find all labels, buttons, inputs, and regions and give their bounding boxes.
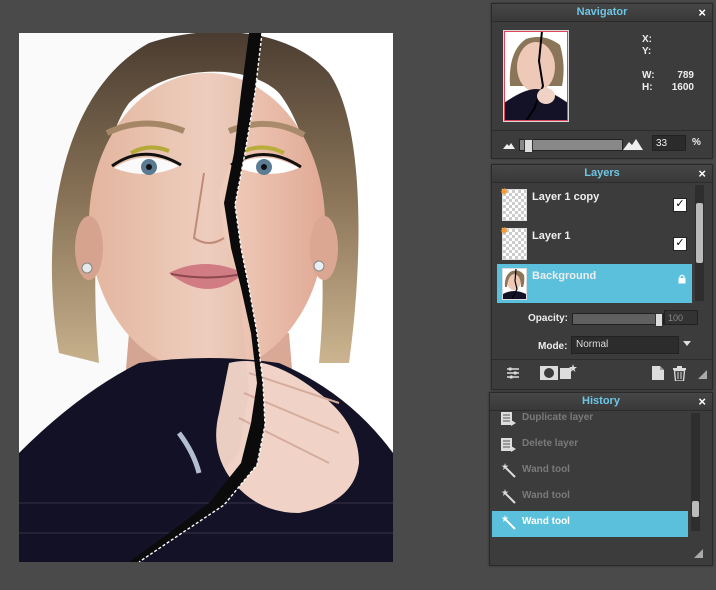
layers-title-label: Layers (584, 167, 620, 179)
layer-visibility-checkbox[interactable]: ✓ (673, 237, 687, 251)
zoom-input[interactable]: 33 (652, 135, 686, 151)
chevron-down-icon[interactable] (683, 341, 691, 346)
layer-name: Layer 1 (532, 230, 571, 242)
magic-wand-icon (501, 463, 516, 478)
history-item-label: Wand tool (522, 464, 570, 475)
layer-styles-icon[interactable] (560, 364, 578, 380)
trash-icon[interactable] (673, 366, 686, 381)
opacity-label: Opacity: (528, 313, 569, 324)
opacity-slider-handle[interactable] (655, 313, 663, 327)
magic-wand-icon (501, 515, 516, 530)
layer-doc-icon (501, 438, 516, 452)
lock-icon (678, 274, 686, 284)
new-layer-icon[interactable] (652, 366, 664, 380)
layer-name: Layer 1 copy (532, 191, 600, 203)
navigator-view-frame[interactable] (504, 31, 568, 121)
w-value: 789 (677, 70, 694, 81)
layer-mask-icon[interactable] (540, 366, 558, 380)
history-scrollbar[interactable] (691, 413, 700, 531)
layers-title[interactable]: Layers × (492, 165, 712, 183)
layer-thumbnail (502, 268, 527, 300)
navigator-info: X: Y: W: H: (642, 34, 655, 94)
history-item[interactable]: Delete layer (492, 433, 688, 459)
history-scrollbar-thumb[interactable] (692, 501, 699, 517)
navigator-close-icon[interactable]: × (698, 4, 706, 21)
blend-mode-select[interactable]: Normal (571, 336, 679, 354)
y-label: Y: (642, 46, 652, 57)
layers-panel: Layers × ✹ Layer 1 copy ✓ ✹ Layer 1 ✓ Ba… (491, 164, 713, 390)
x-label: X: (642, 34, 652, 45)
zoom-percent-label: % (692, 137, 701, 148)
zoom-slider-handle[interactable] (524, 139, 533, 153)
navigator-thumbnail[interactable] (503, 30, 569, 122)
layer-name: Background (532, 270, 597, 282)
zoom-bar: 33 % (492, 130, 712, 155)
layer-row-selected[interactable]: Background (497, 264, 692, 303)
layer-doc-icon (501, 412, 516, 426)
history-item-label: Wand tool (522, 490, 570, 501)
image-canvas[interactable] (19, 33, 393, 562)
layer-settings-icon: ✹ (500, 226, 509, 237)
layers-close-icon[interactable]: × (698, 165, 706, 182)
history-item-label: Delete layer (522, 438, 579, 449)
layers-scrollbar[interactable] (695, 185, 704, 301)
zoom-out-icon[interactable] (503, 142, 515, 149)
zoom-slider[interactable] (519, 139, 623, 153)
history-item[interactable]: Duplicate layer (492, 407, 688, 433)
history-item[interactable]: Wand tool (492, 459, 688, 485)
history-item-label: Duplicate layer (522, 412, 594, 423)
layer-settings-icon: ✹ (500, 187, 509, 198)
h-value: 1600 (671, 82, 694, 93)
history-close-icon[interactable]: × (698, 393, 706, 410)
layer-row[interactable]: ✹ Layer 1 ✓ (497, 224, 692, 263)
history-item[interactable]: Wand tool (492, 485, 688, 511)
h-label: H: (642, 82, 653, 93)
layers-scrollbar-thumb[interactable] (696, 203, 703, 263)
layer-tools-bar (492, 359, 712, 388)
history-title-label: History (582, 395, 620, 407)
mode-label: Mode: (538, 341, 568, 352)
layer-visibility-checkbox[interactable]: ✓ (673, 198, 687, 212)
crack-selection (129, 33, 393, 562)
opacity-input[interactable]: 100 (664, 310, 698, 325)
navigator-title[interactable]: Navigator × (492, 4, 712, 22)
history-item-label: Wand tool (522, 516, 570, 527)
layer-adjust-icon[interactable] (506, 366, 520, 380)
navigator-title-label: Navigator (576, 6, 628, 18)
opacity-slider[interactable] (572, 313, 664, 327)
history-item-selected[interactable]: Wand tool (492, 511, 688, 537)
resize-grip-icon[interactable] (694, 549, 703, 558)
layer-row[interactable]: ✹ Layer 1 copy ✓ (497, 185, 692, 224)
navigator-panel: Navigator × X: Y: W: H: 789 1600 33 % (491, 3, 713, 159)
history-panel: History × Duplicate layer Delete layer W… (489, 392, 713, 566)
zoom-in-icon[interactable] (623, 139, 643, 150)
w-label: W: (642, 70, 655, 81)
resize-grip-icon[interactable] (698, 370, 707, 379)
background-thumbnail-image (503, 268, 526, 300)
magic-wand-icon (501, 489, 516, 504)
